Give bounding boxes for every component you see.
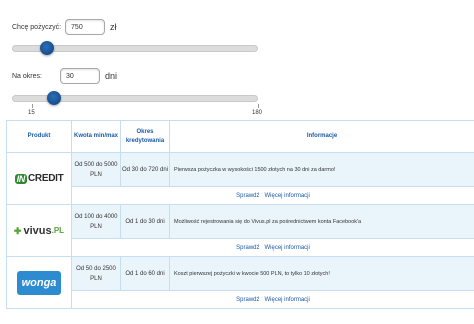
amount-cell: Od 100 do 4000 PLN	[71, 204, 121, 239]
table-row: wonga Od 50 do 2500 PLN Od 1 do 60 dni K…	[6, 256, 474, 309]
period-unit: dni	[104, 71, 117, 81]
header-info: Informacje	[169, 120, 474, 153]
product-cell: ✚ vivus .PL	[6, 204, 72, 257]
check-link[interactable]: Sprawdź	[236, 297, 259, 303]
period-cell: Od 1 do 30 dni	[120, 204, 170, 239]
amount-cell: Od 50 do 2500 PLN	[71, 256, 121, 291]
table-links-row: Sprawdź Więcej informacji	[7, 238, 474, 257]
vivus-leaf-icon: ✚	[13, 225, 22, 236]
header-amount: Kwota min/max	[71, 120, 121, 153]
more-info-link[interactable]: Więcej informacji	[265, 245, 310, 251]
check-link[interactable]: Sprawdź	[236, 193, 259, 199]
table-row: IN CREDIT Od 500 do 5000 PLN Od 30 do 720…	[6, 152, 474, 205]
info-cell: Pierwsza pożyczka w wysokości 1500 złoty…	[169, 152, 474, 187]
table-links-row: Sprawdź Więcej informacji	[7, 186, 474, 205]
vivus-logo-suffix: .PL	[51, 225, 65, 235]
links-cell: Sprawdź Więcej informacji	[71, 186, 474, 205]
product-cell: IN CREDIT	[6, 152, 72, 205]
period-cell: Od 30 do 720 dni	[120, 152, 170, 187]
check-link[interactable]: Sprawdź	[236, 245, 259, 251]
period-slider[interactable]	[12, 91, 258, 105]
table-links-row: Sprawdź Więcej informacji	[7, 290, 474, 309]
period-tick-min: 15	[28, 110, 35, 116]
period-tick-min-mark	[32, 104, 33, 108]
incredit-logo-badge: IN	[14, 173, 27, 184]
links-cell: Sprawdź Więcej informacji	[71, 290, 474, 309]
amount-input[interactable]	[65, 19, 106, 35]
more-info-link[interactable]: Więcej informacji	[265, 297, 310, 303]
table-row: ✚ vivus .PL Od 100 do 4000 PLN Od 1 do 30 …	[6, 204, 474, 257]
more-info-link[interactable]: Więcej informacji	[265, 193, 310, 199]
incredit-logo-text: CREDIT	[27, 172, 64, 184]
amount-slider-thumb[interactable]	[40, 41, 55, 55]
period-tick-max-mark	[258, 104, 259, 108]
info-cell: Koszt pierwszej pożyczki w kwocie 500 PL…	[169, 256, 474, 291]
amount-label: Chcę pożyczyć:	[12, 23, 62, 31]
amount-row: Chcę pożyczyć: zł	[12, 19, 117, 35]
table-header-row: Produkt Kwota min/max Okres kredytowania…	[6, 120, 474, 153]
incredit-logo[interactable]: IN CREDIT	[10, 169, 68, 189]
offers-table: Produkt Kwota min/max Okres kredytowania…	[6, 120, 474, 309]
amount-cell: Od 500 do 5000 PLN	[71, 152, 121, 187]
period-label: Na okres:	[12, 72, 42, 80]
period-slider-thumb[interactable]	[47, 91, 62, 105]
header-period: Okres kredytowania	[120, 120, 170, 153]
amount-unit: zł	[110, 22, 117, 32]
wonga-logo-text: wonga	[21, 276, 57, 289]
vivus-logo-text: vivus	[23, 224, 52, 237]
wonga-logo[interactable]: wonga	[17, 270, 61, 295]
header-product: Produkt	[6, 120, 72, 153]
period-tick-max: 180	[252, 110, 263, 116]
links-cell: Sprawdź Więcej informacji	[71, 238, 474, 257]
period-input[interactable]	[59, 68, 100, 84]
period-cell: Od 1 do 60 dni	[120, 256, 170, 291]
period-row: Na okres: dni	[12, 68, 117, 84]
amount-slider[interactable]	[12, 41, 258, 55]
vivus-logo[interactable]: ✚ vivus .PL	[10, 222, 68, 240]
product-cell: wonga	[6, 256, 72, 309]
info-cell: Możliwość rejestrowania się do Vivus.pl …	[169, 204, 474, 239]
